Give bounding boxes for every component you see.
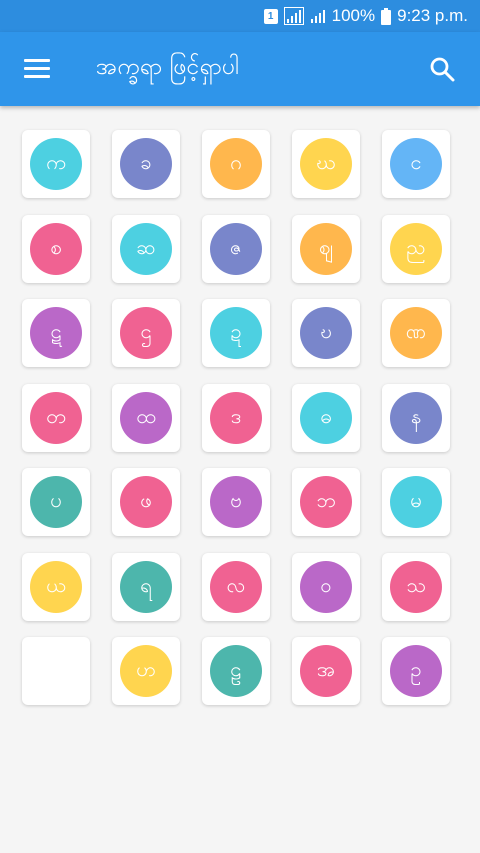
letter-circle: စ bbox=[30, 222, 82, 275]
letter-circle: ဟ bbox=[120, 645, 172, 697]
letter-tile[interactable]: အ bbox=[292, 637, 360, 705]
letter-circle: ဃ bbox=[300, 138, 352, 190]
letter-circle: ဓ bbox=[300, 391, 352, 444]
letter-circle: ရ bbox=[120, 560, 172, 613]
battery-percent: 100% bbox=[331, 6, 376, 25]
letter-tile[interactable]: ဝ bbox=[292, 552, 360, 621]
letter-tile[interactable]: ခ bbox=[112, 130, 180, 198]
letter-circle: မ bbox=[390, 476, 442, 528]
letter-circle: ထ bbox=[120, 391, 172, 444]
letter-circle: ဂ bbox=[210, 138, 262, 190]
letter-circle: သ bbox=[390, 560, 442, 613]
letter-circle: ဠ bbox=[210, 645, 262, 697]
letter-circle: အ bbox=[300, 645, 352, 697]
menu-button[interactable] bbox=[0, 32, 74, 106]
letter-circle: ည bbox=[390, 222, 442, 275]
letter-circle: ဥ bbox=[390, 645, 442, 697]
letter-tile[interactable]: ဌ bbox=[112, 299, 180, 367]
letter-circle: တ bbox=[30, 391, 82, 444]
letter-circle: လ bbox=[210, 560, 262, 613]
status-bar: 1 100% 9:23 p.m. bbox=[0, 0, 480, 32]
letter-tile[interactable]: စ bbox=[22, 214, 90, 283]
letter-tile[interactable]: ဖ bbox=[112, 468, 180, 536]
letter-tile[interactable]: သ bbox=[382, 552, 450, 621]
sim-badge: 1 bbox=[263, 8, 278, 24]
letter-tile[interactable]: န bbox=[382, 383, 450, 452]
sim-icon: 1 bbox=[263, 8, 278, 24]
letter-tile[interactable]: ရ bbox=[112, 552, 180, 621]
page-title: အက္ခရာ ဖြင့်ရှာပါ bbox=[96, 54, 240, 80]
battery-icon bbox=[381, 7, 392, 25]
letter-circle: င bbox=[390, 138, 442, 190]
letter-tile[interactable]: ဏ bbox=[382, 299, 450, 367]
letter-circle: ခ bbox=[120, 138, 172, 190]
letter-tile[interactable]: ဘ bbox=[292, 468, 360, 536]
app-bar: အက္ခရာ ဖြင့်ရှာပါ bbox=[0, 32, 480, 106]
letter-circle: ဈ bbox=[300, 222, 352, 275]
letter-tile[interactable]: ဋ bbox=[22, 299, 90, 367]
letter-tile[interactable]: ဗ bbox=[202, 468, 270, 536]
letter-tile[interactable]: ဇ bbox=[202, 214, 270, 283]
letter-circle: ဋ bbox=[30, 307, 82, 359]
letter-tile[interactable]: ဒ bbox=[202, 383, 270, 452]
letter-circle: ယ bbox=[30, 560, 82, 613]
letter-tile[interactable]: ဆ bbox=[112, 214, 180, 283]
letter-circle: ဖ bbox=[120, 476, 172, 528]
letter-tile[interactable]: ဂ bbox=[202, 130, 270, 198]
letter-circle: ဏ bbox=[390, 307, 442, 359]
letter-circle: ဎ bbox=[300, 307, 352, 359]
letter-tile[interactable]: လ bbox=[202, 552, 270, 621]
letter-tile[interactable]: င bbox=[382, 130, 450, 198]
letter-tile[interactable]: ဍ bbox=[202, 299, 270, 367]
letter-tile[interactable]: ဎ bbox=[292, 299, 360, 367]
letter-tile[interactable]: ဥ bbox=[382, 637, 450, 705]
letter-tile[interactable]: ဃ bbox=[292, 130, 360, 198]
letter-circle: န bbox=[390, 391, 442, 444]
letter-tile[interactable]: ဈ bbox=[292, 214, 360, 283]
letter-tile[interactable]: ထ bbox=[112, 383, 180, 452]
clock: 9:23 p.m. bbox=[397, 6, 468, 25]
letter-tile[interactable]: ပ bbox=[22, 468, 90, 536]
hamburger-menu-icon bbox=[24, 59, 50, 79]
letter-tile[interactable]: ယ bbox=[22, 552, 90, 621]
letter-circle: ပ bbox=[30, 476, 82, 528]
letter-circle: က bbox=[30, 138, 82, 190]
letter-circle: ဒ bbox=[210, 391, 262, 444]
letter-circle: ဝ bbox=[300, 560, 352, 613]
empty-letter-tile[interactable] bbox=[22, 637, 90, 705]
letter-tile[interactable]: ဠ bbox=[202, 637, 270, 705]
letter-circle: ဇ bbox=[210, 222, 262, 275]
letter-circle: ဆ bbox=[120, 222, 172, 275]
search-button[interactable] bbox=[418, 45, 466, 93]
letter-tile[interactable]: မ bbox=[382, 468, 450, 536]
signal-sim1-icon bbox=[283, 7, 304, 25]
letter-tile[interactable]: ဓ bbox=[292, 383, 360, 452]
letter-tile[interactable]: တ bbox=[22, 383, 90, 452]
letter-tile[interactable]: က bbox=[22, 130, 90, 198]
letter-tile[interactable]: ည bbox=[382, 214, 450, 283]
letter-circle: ဌ bbox=[120, 307, 172, 359]
letter-circle: ဗ bbox=[210, 476, 262, 528]
letter-tile[interactable]: ဟ bbox=[112, 637, 180, 705]
letter-circle: ဘ bbox=[300, 476, 352, 528]
search-icon bbox=[430, 57, 455, 82]
signal-sim2-icon bbox=[310, 8, 326, 24]
letter-circle: ဍ bbox=[210, 307, 262, 359]
